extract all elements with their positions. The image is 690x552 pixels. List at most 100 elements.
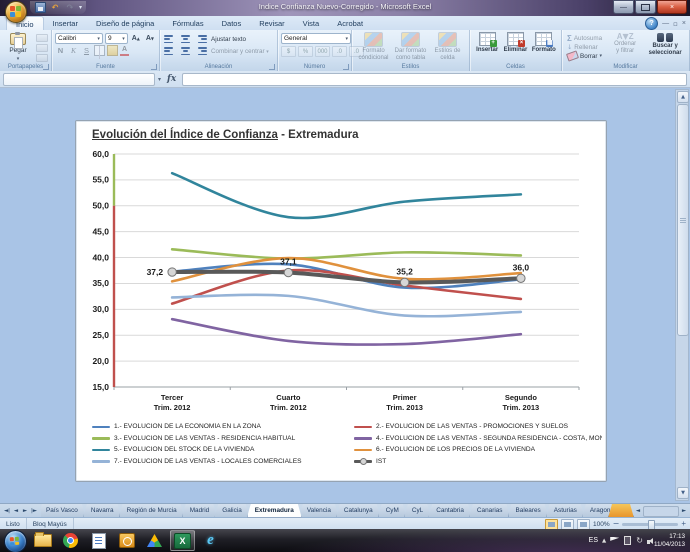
zoom-in-button[interactable]: + [681, 520, 686, 528]
clipboard-dialog-launcher[interactable] [43, 64, 49, 70]
insert-cells-button[interactable]: + Insertar [473, 32, 501, 62]
action-center-flag-icon[interactable] [610, 537, 619, 545]
horizontal-scrollbar[interactable] [643, 506, 679, 517]
ribbon-tab-revisar[interactable]: Revisar [250, 16, 293, 30]
sheet-tab-madrid[interactable]: Madrid [182, 504, 218, 518]
ribbon-tab-vista[interactable]: Vista [294, 16, 329, 30]
ribbon-tab-acrobat[interactable]: Acrobat [328, 16, 372, 30]
workbook-minimize-button[interactable]: — [662, 20, 669, 27]
italic-button[interactable]: K [68, 46, 79, 56]
page-layout-view-button[interactable] [561, 519, 574, 530]
sheet-tab-partial[interactable] [608, 504, 634, 518]
first-sheet-button[interactable]: ◄| [3, 508, 11, 514]
ribbon-tab-fórmulas[interactable]: Fórmulas [163, 16, 212, 30]
help-button[interactable]: ? [645, 17, 658, 30]
zoom-slider[interactable] [622, 523, 678, 526]
clock[interactable]: 17:13 11/04/2013 [654, 533, 688, 548]
sync-icon[interactable]: ↻ [636, 537, 643, 545]
percent-style-button[interactable]: % [298, 46, 313, 57]
shrink-font-button[interactable]: A▼ [144, 34, 156, 43]
sheet-tab-canarias[interactable]: Canarias [469, 504, 511, 518]
number-format-combo[interactable]: General▾ [281, 33, 351, 44]
sheet-tab-cym[interactable]: CyM [378, 504, 407, 518]
sheet-tab-asturias[interactable]: Asturias [546, 504, 585, 518]
close-button[interactable]: × [657, 0, 687, 14]
format-as-table-button[interactable]: Dar formato como tabla [393, 32, 429, 62]
align-left-button[interactable] [163, 46, 176, 56]
conditional-formatting-button[interactable]: Formato condicional [356, 32, 392, 62]
sheet-tab-cyl[interactable]: CyL [404, 504, 431, 518]
zoom-out-button[interactable]: − [613, 520, 620, 528]
next-sheet-button[interactable]: ► [21, 508, 29, 514]
font-color-button[interactable]: A [120, 46, 129, 55]
cut-button[interactable] [36, 34, 48, 42]
grow-font-button[interactable]: A▲ [130, 34, 142, 43]
insert-function-button[interactable]: fx [164, 74, 179, 84]
align-bottom-button[interactable] [195, 34, 208, 44]
font-size-combo[interactable]: 9▾ [105, 33, 128, 44]
legend-item[interactable]: IST [354, 458, 602, 465]
borders-button[interactable] [94, 45, 105, 56]
copy-button[interactable] [36, 44, 48, 52]
last-sheet-button[interactable]: |► [30, 508, 38, 514]
name-box-arrow[interactable]: ▾ [158, 76, 161, 83]
ribbon-tab-diseño-de-página[interactable]: Diseño de página [87, 16, 163, 30]
workbook-restore-button[interactable]: ▫ [673, 20, 678, 28]
legend-item[interactable]: 6.- EVOLUCIÓN DE LOS PRECIOS DE LA VIVIE… [354, 446, 602, 453]
name-box[interactable] [3, 73, 155, 86]
legend-item[interactable]: 7.- EVOLUCIÓN DE LAS VENTAS - LOCALES CO… [92, 458, 354, 465]
sheet-tab-extremadura[interactable]: Extremadura [247, 504, 302, 518]
underline-button[interactable]: S [81, 46, 92, 56]
ribbon-tab-datos[interactable]: Datos [213, 16, 251, 30]
align-right-button[interactable] [195, 46, 208, 56]
scroll-down-arrow[interactable]: ▼ [677, 487, 689, 499]
font-name-combo[interactable]: Calibri▾ [55, 33, 103, 44]
hscroll-right-arrow[interactable]: ► [680, 508, 688, 514]
legend-item[interactable]: 4.- EVOLUCIÓN DE LAS VENTAS - SEGUNDA RE… [354, 435, 602, 442]
maximize-button[interactable] [635, 0, 656, 14]
cell-styles-button[interactable]: Estilos de celda [430, 32, 466, 62]
formula-input[interactable] [182, 73, 687, 86]
sheet-tab-valencia[interactable]: Valencia [299, 504, 339, 518]
taskbar-chrome[interactable] [58, 530, 83, 551]
legend-item[interactable]: 3.- EVOLUCIÓN DE LAS VENTAS - RESIDENCIA… [92, 435, 354, 442]
taskbar-outlook[interactable] [114, 530, 139, 551]
ribbon-tab-insertar[interactable]: Insertar [44, 16, 87, 30]
format-cells-button[interactable]: ▦ Formato [530, 32, 558, 62]
number-dialog-launcher[interactable] [343, 64, 349, 70]
paste-button[interactable]: Pegar ▾ [3, 33, 33, 62]
taskbar-ie[interactable]: e [198, 530, 223, 551]
bold-button[interactable]: N [55, 46, 66, 56]
taskbar-document[interactable] [86, 530, 111, 551]
increase-decimal-button[interactable]: .0 [332, 46, 347, 57]
accounting-format-button[interactable]: $ [281, 46, 296, 57]
align-middle-button[interactable] [179, 34, 192, 44]
vertical-scrollbar[interactable]: ▲ ▼ [675, 89, 689, 501]
align-top-button[interactable] [163, 34, 176, 44]
clipboard-tray-icon[interactable] [624, 536, 631, 545]
taskbar-drive[interactable] [142, 530, 167, 551]
vertical-scroll-thumb[interactable] [677, 104, 689, 336]
hscroll-left-arrow[interactable]: ◄ [634, 508, 642, 514]
page-break-view-button[interactable] [577, 519, 590, 530]
sheet-tab-catalunya[interactable]: Catalunya [336, 504, 381, 518]
autosum-button[interactable]: ΣAutosuma [567, 34, 602, 43]
format-painter-button[interactable] [36, 54, 48, 62]
delete-cells-button[interactable]: × Eliminar [501, 32, 529, 62]
sheet-tab-baleares[interactable]: Baleares [508, 504, 549, 518]
start-button[interactable] [4, 530, 27, 552]
minimize-button[interactable]: — [613, 0, 634, 14]
sheet-tab-navarra[interactable]: Navarra [83, 504, 122, 518]
comma-style-button[interactable]: 000 [315, 46, 330, 57]
taskbar-explorer[interactable] [30, 530, 55, 551]
taskbar-excel[interactable]: X [170, 530, 195, 551]
align-center-button[interactable] [179, 46, 192, 56]
normal-view-button[interactable] [545, 519, 558, 530]
prev-sheet-button[interactable]: ◄ [12, 508, 20, 514]
tray-expand-arrow[interactable]: ▲ [602, 538, 606, 544]
title-bar[interactable]: ↶ ↷ ▾ Indice Confianza Nuevo-Corregido -… [0, 0, 690, 16]
fill-color-button[interactable] [107, 45, 118, 56]
zoom-level[interactable]: 100% [593, 521, 610, 528]
fill-button[interactable]: ↓Rellenar [567, 44, 602, 51]
sheet-tab-país-vasco[interactable]: País Vasco [41, 504, 86, 518]
